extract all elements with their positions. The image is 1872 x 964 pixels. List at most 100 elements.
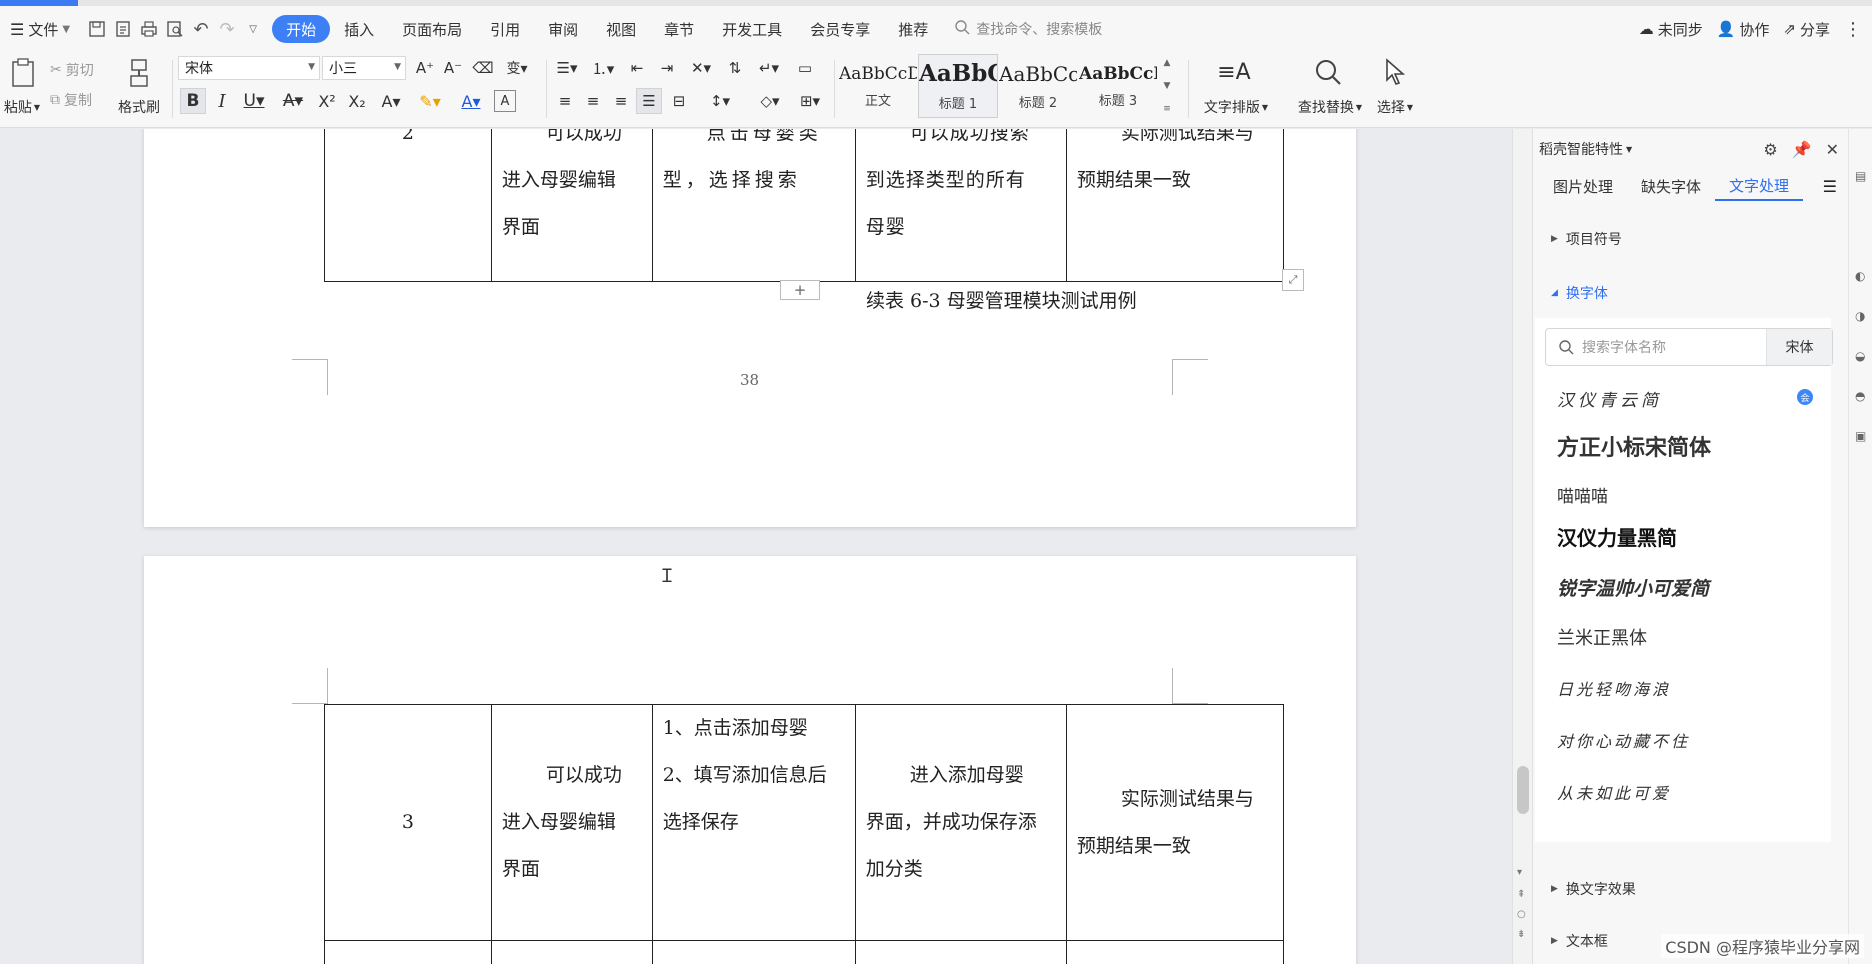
prev-page-icon[interactable]: ⇞ [1517,889,1525,900]
close-icon[interactable]: ✕ [1826,140,1839,159]
paste-icon[interactable] [6,56,40,90]
highlight-icon[interactable]: ✎▾ [412,88,448,114]
strikethrough-icon[interactable]: A▾ [276,88,310,114]
document-page[interactable]: 2 可以成功 进入母婴编辑 界面 点击母婴类 型，选择搜索 可以成功搜索 到选择类型的所… [144,129,1356,527]
tab-review[interactable]: 审阅 [534,15,592,43]
tool-icon[interactable]: ◒ [1855,349,1865,363]
tool-icon[interactable]: ◐ [1855,269,1865,283]
bullet-list-icon[interactable]: ☰▾ [552,56,582,80]
pin-icon[interactable]: 📌 [1792,140,1812,159]
font-size-select[interactable]: 小三 ▼ [322,56,406,80]
tab-insert[interactable]: 插入 [330,15,388,43]
sort-icon[interactable]: ⇅ [722,56,748,80]
tab-recommend[interactable]: 推荐 [884,15,942,43]
collaborate-button[interactable]: 👤 协作 [1717,19,1770,40]
tab-developer[interactable]: 开发工具 [708,15,796,43]
decrease-indent-icon[interactable]: ⇤ [624,56,650,80]
tab-view[interactable]: 视图 [592,15,650,43]
tab-page-layout[interactable]: 页面布局 [388,15,476,43]
tab-references[interactable]: 引用 [476,15,534,43]
align-left-icon[interactable]: ≡ [552,88,578,114]
tool-icon[interactable]: ◑ [1855,309,1865,323]
select-browse-icon[interactable]: ○ [1517,909,1526,920]
distribute-icon[interactable]: ⊟ [666,88,692,114]
chinese-layout-icon[interactable]: ✕▾ [684,56,718,80]
add-table-row-button[interactable]: + [780,280,820,300]
section-textbox[interactable]: ▶ 文本框 [1551,931,1608,951]
tab-home[interactable]: 开始 [272,15,331,43]
font-item[interactable]: 从未如此可爱 [1557,780,1671,804]
tab-missing-fonts[interactable]: 缺失字体 [1627,171,1715,201]
underline-icon[interactable]: U▾ [238,88,270,114]
section-text-effect[interactable]: ▶ 换文字效果 [1551,879,1636,899]
scrollbar-thumb[interactable] [1517,766,1529,814]
text-layout-icon[interactable]: ≡A [1216,56,1252,88]
char-border-icon[interactable]: A [494,90,516,112]
cursor-select-icon[interactable] [1378,56,1412,88]
superscript-icon[interactable]: X² [314,88,340,114]
customize-dropdown-icon[interactable]: ▽ [240,16,266,42]
font-item[interactable]: 对你心动藏不住 [1557,728,1690,752]
font-search-input[interactable]: 搜索字体名称 宋体 [1545,328,1833,366]
print-preview-icon[interactable] [162,16,188,42]
more-menu-icon[interactable]: ⋮ [1844,19,1862,40]
document-page[interactable]: Ｉ 3 可以成功 进入母婴编辑 界面 1、点击添加母婴 2、填写添加信息后 选择保存 进… [144,556,1356,964]
borders-icon[interactable]: ⊞▾ [792,88,828,114]
justify-icon[interactable]: ☰ [636,88,662,114]
undo-icon[interactable]: ↶ [188,16,214,42]
export-pdf-icon[interactable] [110,16,136,42]
next-page-icon[interactable]: ⇟ [1517,929,1525,940]
panel-title-dropdown[interactable]: 稻壳智能特性 [1539,139,1623,159]
scroll-down-icon[interactable]: ▾ [1517,867,1522,878]
show-marks-icon[interactable]: ↵▾ [752,56,786,80]
redo-icon[interactable]: ↷ [214,16,240,42]
select-button[interactable]: 选择 ▼ [1372,96,1418,118]
style-heading-2[interactable]: AaBbCc 标题 2 [998,54,1078,118]
tab-member[interactable]: 会员专享 [796,15,884,43]
italic-icon[interactable]: I [210,88,234,114]
font-item[interactable]: 方正小标宋简体 [1557,430,1711,462]
font-color-icon[interactable]: A▾ [454,88,488,114]
shading-icon[interactable]: ◇▾ [752,88,788,114]
text-effect-icon[interactable]: A▾ [374,88,408,114]
font-item[interactable]: 汉仪青云简 [1557,386,1662,411]
font-item[interactable]: 日光轻吻海浪 [1557,676,1671,700]
font-item[interactable]: 汉仪力量黑简 [1557,522,1677,551]
section-change-font[interactable]: ◢ 换字体 [1551,283,1608,303]
copy-button[interactable]: ⧉ 复制 [50,90,92,110]
format-painter-icon[interactable] [122,56,156,90]
section-bullets[interactable]: ▶ 项目符号 [1551,229,1622,249]
style-heading-1[interactable]: AaBbC 标题 1 [918,54,998,118]
find-replace-button[interactable]: 查找替换 ▼ [1292,96,1368,118]
clear-format-icon[interactable]: ⌫ [470,56,496,80]
sync-status-button[interactable]: ☁ 未同步 [1639,19,1703,40]
menu-icon[interactable]: ☰ [1823,177,1837,196]
align-center-icon[interactable]: ≡ [580,88,606,114]
line-spacing-icon[interactable]: ↕▾ [702,88,738,114]
styles-scroll[interactable]: ▲ ▼ ≡ [1158,54,1176,118]
font-name-select[interactable]: 宋体 ▼ [178,56,320,80]
paste-button[interactable]: 粘贴 ▼ [0,96,44,118]
tab-text-processing[interactable]: 文字处理 [1715,171,1804,201]
table-resize-handle[interactable]: ⤢ [1282,269,1304,291]
tool-icon[interactable]: ▤ [1855,169,1866,183]
increase-indent-icon[interactable]: ⇥ [654,56,680,80]
tab-section[interactable]: 章节 [650,15,708,43]
document-area[interactable]: 2 可以成功 进入母婴编辑 界面 点击母婴类 型，选择搜索 可以成功搜索 到选择类型的所… [0,129,1512,964]
share-button[interactable]: ⇗ 分享 [1783,19,1830,40]
format-painter-button[interactable]: 格式刷 [114,96,164,118]
numbered-list-icon[interactable]: ⒈▾ [588,56,618,80]
command-search[interactable]: 查找命令、搜索模板 [954,19,1102,39]
find-icon[interactable] [1310,56,1346,88]
tool-icon[interactable]: ▣ [1855,429,1866,443]
ruler-icon[interactable]: ▭ [790,56,820,80]
tab-image-processing[interactable]: 图片处理 [1539,171,1627,201]
tool-icon[interactable]: ◓ [1855,389,1865,403]
subscript-icon[interactable]: X₂ [344,88,370,114]
document-scrollbar[interactable]: ▾ ⇞ ○ ⇟ [1512,129,1532,964]
gear-icon[interactable]: ⚙ [1763,140,1777,159]
grow-font-icon[interactable]: A⁺ [412,56,438,80]
align-right-icon[interactable]: ≡ [608,88,634,114]
style-normal[interactable]: AaBbCcDd正文 [838,54,918,118]
text-layout-button[interactable]: 文字排版 ▼ [1198,96,1274,118]
